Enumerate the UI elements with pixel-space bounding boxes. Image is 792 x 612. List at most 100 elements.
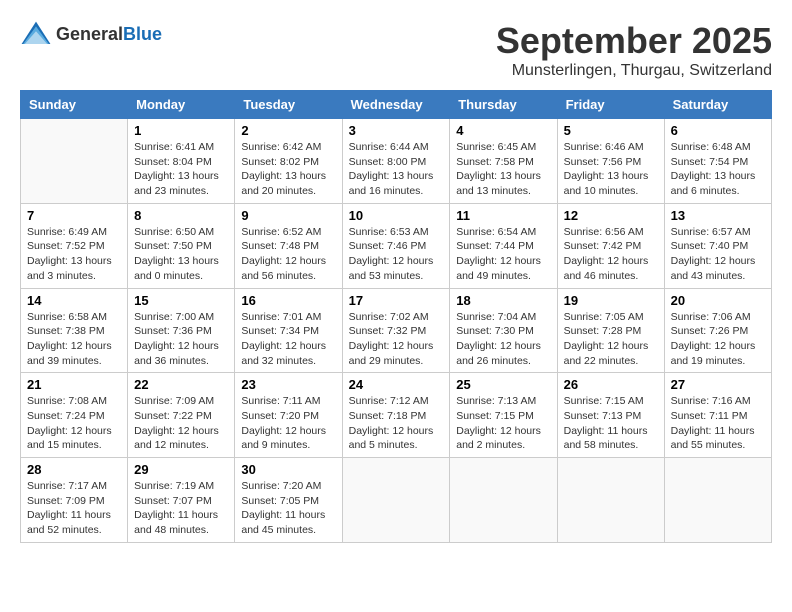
weekday-header-thursday: Thursday xyxy=(450,91,557,119)
day-number: 23 xyxy=(241,377,335,392)
calendar-cell: 24 Sunrise: 7:12 AMSunset: 7:18 PMDayligh… xyxy=(342,373,450,458)
day-number: 27 xyxy=(671,377,765,392)
day-info: Sunrise: 7:13 AMSunset: 7:15 PMDaylight:… xyxy=(456,394,550,453)
calendar-week-row: 1 Sunrise: 6:41 AMSunset: 8:04 PMDaylight… xyxy=(21,119,772,204)
calendar-cell: 26 Sunrise: 7:15 AMSunset: 7:13 PMDayligh… xyxy=(557,373,664,458)
day-number: 11 xyxy=(456,208,550,223)
day-number: 7 xyxy=(27,208,121,223)
day-info: Sunrise: 7:08 AMSunset: 7:24 PMDaylight:… xyxy=(27,394,121,453)
calendar-cell: 20Sunrise: 7:06 AMSunset: 7:26 PMDayligh… xyxy=(664,288,771,373)
calendar-cell: 22 Sunrise: 7:09 AMSunset: 7:22 PMDayligh… xyxy=(128,373,235,458)
calendar-cell: 7 Sunrise: 6:49 AMSunset: 7:52 PMDaylight… xyxy=(21,203,128,288)
day-number: 28 xyxy=(27,462,121,477)
day-info: Sunrise: 7:17 AMSunset: 7:09 PMDaylight:… xyxy=(27,479,121,538)
calendar-cell: 18 Sunrise: 7:04 AMSunset: 7:30 PMDayligh… xyxy=(450,288,557,373)
day-number: 8 xyxy=(134,208,228,223)
day-number: 1 xyxy=(134,123,228,138)
day-number: 4 xyxy=(456,123,550,138)
day-number: 24 xyxy=(349,377,444,392)
day-info: Sunrise: 7:04 AMSunset: 7:30 PMDaylight:… xyxy=(456,310,550,369)
day-number: 16 xyxy=(241,293,335,308)
calendar-cell: 28 Sunrise: 7:17 AMSunset: 7:09 PMDayligh… xyxy=(21,458,128,543)
calendar-cell: 23 Sunrise: 7:11 AMSunset: 7:20 PMDayligh… xyxy=(235,373,342,458)
day-info: Sunrise: 7:16 AMSunset: 7:11 PMDaylight:… xyxy=(671,394,765,453)
day-number: 19 xyxy=(564,293,658,308)
calendar-cell xyxy=(450,458,557,543)
day-number: 15 xyxy=(134,293,228,308)
day-number: 26 xyxy=(564,377,658,392)
calendar-cell: 8 Sunrise: 6:50 AMSunset: 7:50 PMDaylight… xyxy=(128,203,235,288)
day-number: 20 xyxy=(671,293,765,308)
calendar-cell: 19 Sunrise: 7:05 AMSunset: 7:28 PMDayligh… xyxy=(557,288,664,373)
month-title: September 2025 xyxy=(496,20,772,62)
day-info: Sunrise: 6:41 AMSunset: 8:04 PMDaylight:… xyxy=(134,140,228,199)
day-number: 13 xyxy=(671,208,765,223)
calendar-cell: 2Sunrise: 6:42 AMSunset: 8:02 PMDaylight… xyxy=(235,119,342,204)
day-number: 17 xyxy=(349,293,444,308)
day-info: Sunrise: 7:20 AMSunset: 7:05 PMDaylight:… xyxy=(241,479,335,538)
day-number: 2 xyxy=(241,123,335,138)
calendar-cell: 17Sunrise: 7:02 AMSunset: 7:32 PMDayligh… xyxy=(342,288,450,373)
logo: GeneralBlue xyxy=(20,20,162,48)
day-info: Sunrise: 7:11 AMSunset: 7:20 PMDaylight:… xyxy=(241,394,335,453)
calendar-cell xyxy=(557,458,664,543)
calendar-cell: 16 Sunrise: 7:01 AMSunset: 7:34 PMDayligh… xyxy=(235,288,342,373)
day-info: Sunrise: 6:48 AMSunset: 7:54 PMDaylight:… xyxy=(671,140,765,199)
calendar-week-row: 14 Sunrise: 6:58 AMSunset: 7:38 PMDayligh… xyxy=(21,288,772,373)
calendar-cell xyxy=(21,119,128,204)
calendar-cell: 25 Sunrise: 7:13 AMSunset: 7:15 PMDayligh… xyxy=(450,373,557,458)
calendar-table: SundayMondayTuesdayWednesdayThursdayFrid… xyxy=(20,90,772,543)
day-number: 25 xyxy=(456,377,550,392)
day-number: 5 xyxy=(564,123,658,138)
day-number: 3 xyxy=(349,123,444,138)
calendar-cell xyxy=(342,458,450,543)
day-info: Sunrise: 6:46 AMSunset: 7:56 PMDaylight:… xyxy=(564,140,658,199)
day-info: Sunrise: 7:05 AMSunset: 7:28 PMDaylight:… xyxy=(564,310,658,369)
day-info: Sunrise: 7:09 AMSunset: 7:22 PMDaylight:… xyxy=(134,394,228,453)
calendar-cell: 21 Sunrise: 7:08 AMSunset: 7:24 PMDayligh… xyxy=(21,373,128,458)
day-info: Sunrise: 7:15 AMSunset: 7:13 PMDaylight:… xyxy=(564,394,658,453)
day-info: Sunrise: 6:53 AMSunset: 7:46 PMDaylight:… xyxy=(349,225,444,284)
logo-icon xyxy=(20,20,52,48)
day-info: Sunrise: 6:45 AMSunset: 7:58 PMDaylight:… xyxy=(456,140,550,199)
day-number: 30 xyxy=(241,462,335,477)
day-number: 21 xyxy=(27,377,121,392)
calendar-cell: 27 Sunrise: 7:16 AMSunset: 7:11 PMDayligh… xyxy=(664,373,771,458)
calendar-cell: 30 Sunrise: 7:20 AMSunset: 7:05 PMDayligh… xyxy=(235,458,342,543)
day-number: 18 xyxy=(456,293,550,308)
calendar-week-row: 7 Sunrise: 6:49 AMSunset: 7:52 PMDaylight… xyxy=(21,203,772,288)
day-number: 9 xyxy=(241,208,335,223)
day-number: 10 xyxy=(349,208,444,223)
calendar-week-row: 21 Sunrise: 7:08 AMSunset: 7:24 PMDayligh… xyxy=(21,373,772,458)
page-header: GeneralBlue September 2025 Munsterlingen… xyxy=(20,20,772,80)
day-number: 29 xyxy=(134,462,228,477)
day-info: Sunrise: 6:58 AMSunset: 7:38 PMDaylight:… xyxy=(27,310,121,369)
day-info: Sunrise: 7:12 AMSunset: 7:18 PMDaylight:… xyxy=(349,394,444,453)
weekday-header-monday: Monday xyxy=(128,91,235,119)
day-info: Sunrise: 7:19 AMSunset: 7:07 PMDaylight:… xyxy=(134,479,228,538)
calendar-cell xyxy=(664,458,771,543)
day-number: 14 xyxy=(27,293,121,308)
calendar-cell: 1 Sunrise: 6:41 AMSunset: 8:04 PMDaylight… xyxy=(128,119,235,204)
weekday-header-saturday: Saturday xyxy=(664,91,771,119)
day-info: Sunrise: 6:49 AMSunset: 7:52 PMDaylight:… xyxy=(27,225,121,284)
calendar-cell: 15Sunrise: 7:00 AMSunset: 7:36 PMDayligh… xyxy=(128,288,235,373)
weekday-header-tuesday: Tuesday xyxy=(235,91,342,119)
day-info: Sunrise: 6:50 AMSunset: 7:50 PMDaylight:… xyxy=(134,225,228,284)
day-info: Sunrise: 6:56 AMSunset: 7:42 PMDaylight:… xyxy=(564,225,658,284)
day-info: Sunrise: 6:57 AMSunset: 7:40 PMDaylight:… xyxy=(671,225,765,284)
logo-text: GeneralBlue xyxy=(56,24,162,45)
calendar-cell: 14 Sunrise: 6:58 AMSunset: 7:38 PMDayligh… xyxy=(21,288,128,373)
day-number: 6 xyxy=(671,123,765,138)
calendar-header-row: SundayMondayTuesdayWednesdayThursdayFrid… xyxy=(21,91,772,119)
calendar-cell: 4 Sunrise: 6:45 AMSunset: 7:58 PMDaylight… xyxy=(450,119,557,204)
calendar-cell: 6 Sunrise: 6:48 AMSunset: 7:54 PMDaylight… xyxy=(664,119,771,204)
day-number: 12 xyxy=(564,208,658,223)
day-info: Sunrise: 6:54 AMSunset: 7:44 PMDaylight:… xyxy=(456,225,550,284)
calendar-cell: 5 Sunrise: 6:46 AMSunset: 7:56 PMDaylight… xyxy=(557,119,664,204)
day-info: Sunrise: 7:01 AMSunset: 7:34 PMDaylight:… xyxy=(241,310,335,369)
calendar-cell: 29 Sunrise: 7:19 AMSunset: 7:07 PMDayligh… xyxy=(128,458,235,543)
day-number: 22 xyxy=(134,377,228,392)
calendar-week-row: 28 Sunrise: 7:17 AMSunset: 7:09 PMDayligh… xyxy=(21,458,772,543)
calendar-cell: 9Sunrise: 6:52 AMSunset: 7:48 PMDaylight… xyxy=(235,203,342,288)
